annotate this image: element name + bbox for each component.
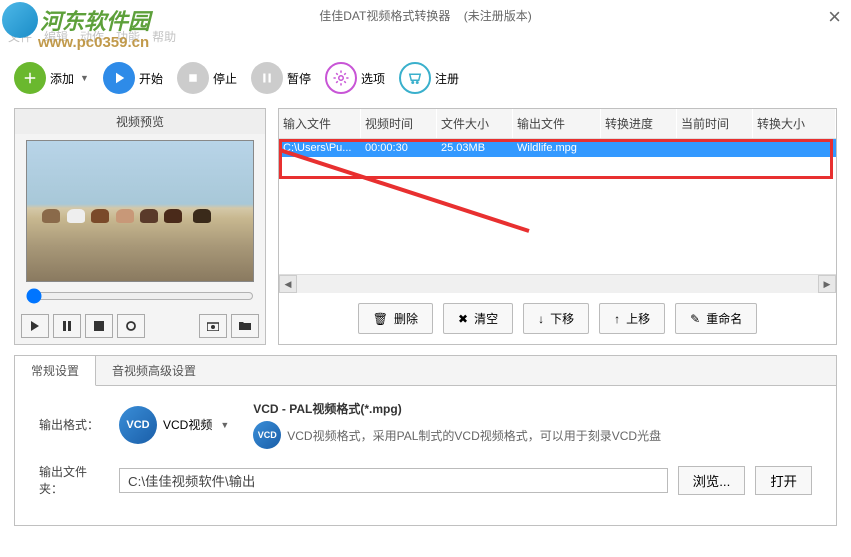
list-header-row: 输入文件 视频时间 文件大小 输出文件 转换进度 当前时间 转换大小 bbox=[279, 109, 836, 139]
preview-snapshot-button[interactable] bbox=[199, 314, 227, 338]
list-body[interactable]: C:\Users\Pu... 00:00:30 25.03MB Wildlife… bbox=[279, 139, 836, 274]
clear-button[interactable]: ✖清空 bbox=[443, 303, 513, 334]
scroll-left-icon[interactable]: ◀ bbox=[279, 275, 297, 293]
seek-slider[interactable] bbox=[26, 288, 254, 304]
moveup-button[interactable]: ↑上移 bbox=[599, 303, 665, 334]
rename-button[interactable]: ✎重命名 bbox=[675, 303, 757, 334]
horizontal-scrollbar[interactable]: ◀ ▶ bbox=[279, 274, 836, 293]
titlebar: 佳佳DAT视频格式转换器 (未注册版本) × bbox=[0, 0, 851, 30]
menubar: 文件 编辑 动作 功能 帮助 bbox=[8, 28, 176, 45]
arrow-up-icon: ↑ bbox=[614, 312, 620, 326]
tab-general[interactable]: 常规设置 bbox=[15, 356, 96, 386]
delete-button[interactable]: 🗑删除 bbox=[358, 303, 433, 334]
preview-loop-button[interactable] bbox=[117, 314, 145, 338]
cart-icon bbox=[399, 62, 431, 94]
chevron-down-icon: ▼ bbox=[80, 73, 89, 83]
folder-label: 输出文件夹： bbox=[39, 463, 109, 497]
preview-stop-button[interactable] bbox=[85, 314, 113, 338]
close-icon[interactable]: × bbox=[828, 4, 841, 30]
header-input[interactable]: 输入文件 bbox=[279, 109, 361, 138]
gear-icon bbox=[325, 62, 357, 94]
header-size[interactable]: 文件大小 bbox=[437, 109, 513, 138]
register-button[interactable]: 注册 bbox=[399, 62, 459, 94]
header-curtime[interactable]: 当前时间 bbox=[677, 109, 753, 138]
vcd-badge-icon: VCD bbox=[119, 406, 157, 444]
preview-panel: 视频预览 bbox=[14, 108, 266, 345]
plus-icon bbox=[14, 62, 46, 94]
open-button[interactable]: 打开 bbox=[755, 466, 812, 495]
preview-folder-button[interactable] bbox=[231, 314, 259, 338]
menu-function[interactable]: 功能 bbox=[116, 28, 140, 45]
format-title: VCD - PAL视频格式(*.mpg) bbox=[253, 400, 661, 417]
play-icon bbox=[103, 62, 135, 94]
tab-advanced[interactable]: 音视频高级设置 bbox=[96, 356, 212, 385]
add-button[interactable]: 添加 ▼ bbox=[14, 62, 89, 94]
window-title: 佳佳DAT视频格式转换器 bbox=[319, 9, 450, 23]
header-output[interactable]: 输出文件 bbox=[513, 109, 601, 138]
header-outsize[interactable]: 转换大小 bbox=[753, 109, 836, 138]
movedown-button[interactable]: ↓下移 bbox=[523, 303, 589, 334]
header-progress[interactable]: 转换进度 bbox=[601, 109, 677, 138]
format-desc: VCD视频格式，采用PAL制式的VCD视频格式，可以用于刻录VCD光盘 bbox=[287, 427, 661, 444]
window-subtitle: (未注册版本) bbox=[464, 9, 532, 23]
preview-title: 视频预览 bbox=[15, 109, 265, 134]
vcd-badge-small-icon: VCD bbox=[253, 421, 281, 449]
pause-icon bbox=[251, 62, 283, 94]
arrow-down-icon: ↓ bbox=[538, 312, 544, 326]
format-select[interactable]: VCD VCD视频 ▼ bbox=[119, 406, 229, 444]
table-row[interactable]: C:\Users\Pu... 00:00:30 25.03MB Wildlife… bbox=[279, 139, 836, 157]
preview-play-button[interactable] bbox=[21, 314, 49, 338]
toolbar: 添加 ▼ 开始 停止 暂停 选项 注册 bbox=[0, 54, 851, 102]
stop-icon bbox=[177, 62, 209, 94]
menu-action[interactable]: 动作 bbox=[80, 28, 104, 45]
preview-thumbnail bbox=[26, 140, 254, 282]
pause-button[interactable]: 暂停 bbox=[251, 62, 311, 94]
output-folder-input[interactable] bbox=[119, 468, 668, 493]
chevron-down-icon: ▼ bbox=[220, 420, 229, 430]
format-label: 输出格式： bbox=[39, 416, 109, 433]
menu-help[interactable]: 帮助 bbox=[152, 28, 176, 45]
settings-panel: 常规设置 音视频高级设置 输出格式： VCD VCD视频 ▼ VCD - PAL… bbox=[14, 355, 837, 526]
scroll-right-icon[interactable]: ▶ bbox=[818, 275, 836, 293]
rename-icon: ✎ bbox=[690, 312, 700, 326]
stop-button[interactable]: 停止 bbox=[177, 62, 237, 94]
start-button[interactable]: 开始 bbox=[103, 62, 163, 94]
browse-button[interactable]: 浏览... bbox=[678, 466, 746, 495]
trash-icon: 🗑 bbox=[373, 312, 388, 326]
file-list-panel: 输入文件 视频时间 文件大小 输出文件 转换进度 当前时间 转换大小 C:\Us… bbox=[278, 108, 837, 345]
preview-pause-button[interactable] bbox=[53, 314, 81, 338]
menu-file[interactable]: 文件 bbox=[8, 28, 32, 45]
format-name: VCD视频 bbox=[163, 416, 212, 433]
menu-edit[interactable]: 编辑 bbox=[44, 28, 68, 45]
options-button[interactable]: 选项 bbox=[325, 62, 385, 94]
x-icon: ✖ bbox=[458, 312, 468, 326]
scroll-track[interactable] bbox=[297, 275, 818, 293]
header-duration[interactable]: 视频时间 bbox=[361, 109, 437, 138]
